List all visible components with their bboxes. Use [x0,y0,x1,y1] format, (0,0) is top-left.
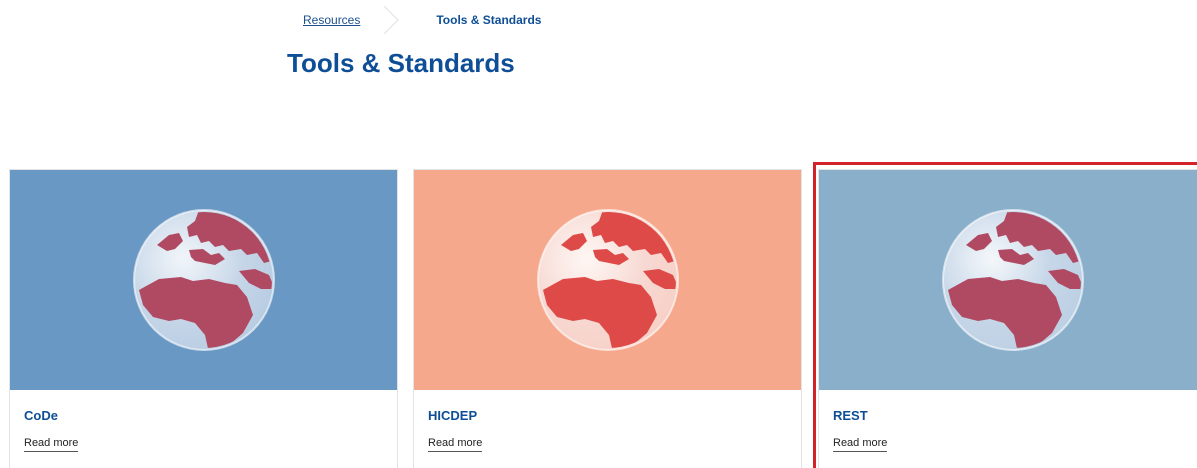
card-title[interactable]: REST [833,408,868,423]
card-code[interactable]: CoDe Read more [9,169,398,468]
card-title[interactable]: HICDEP [428,408,477,423]
card-title[interactable]: CoDe [24,408,58,423]
read-more-link[interactable]: Read more [833,437,888,452]
card-hicdep[interactable]: HICDEP Read more [413,169,802,468]
globe-icon [536,209,679,351]
breadcrumb-resources-link[interactable]: Resources [303,13,360,27]
globe-icon [941,209,1084,351]
card-image[interactable] [10,170,397,390]
breadcrumb-separator-icon [383,5,424,35]
breadcrumb-current: Tools & Standards [436,13,542,27]
card-image[interactable] [414,170,801,390]
breadcrumb: Resources Tools & Standards [303,5,542,35]
globe-icon [132,209,275,351]
read-more-link[interactable]: Read more [428,437,483,452]
page: Resources Tools & Standards Tools & Stan… [0,0,1197,468]
card-rest[interactable]: REST Read more [818,169,1197,468]
card-image[interactable] [819,170,1197,390]
read-more-link[interactable]: Read more [24,437,79,452]
page-title: Tools & Standards [287,48,515,78]
